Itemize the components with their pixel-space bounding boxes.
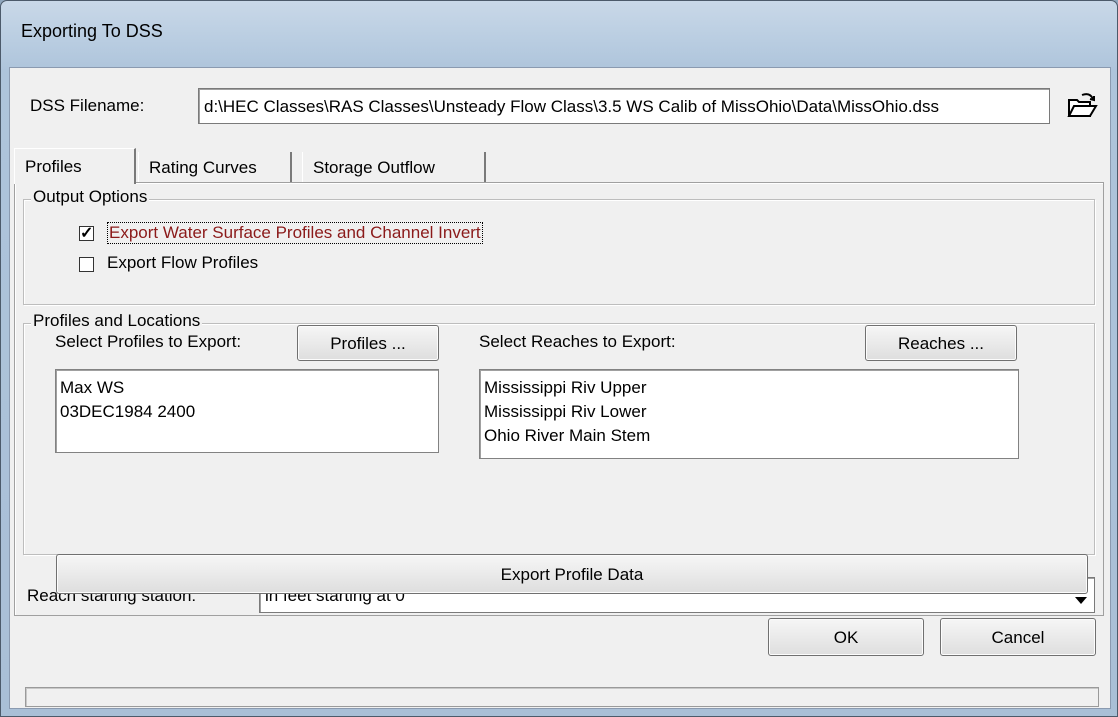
status-bar xyxy=(25,687,1099,707)
list-item[interactable]: Mississippi Riv Upper xyxy=(484,376,1014,400)
output-options-group xyxy=(23,199,1095,305)
reaches-listbox[interactable]: Mississippi Riv Upper Mississippi Riv Lo… xyxy=(479,369,1019,459)
window-title: Exporting To DSS xyxy=(21,21,163,41)
open-folder-icon[interactable] xyxy=(1066,90,1098,122)
output-options-title: Output Options xyxy=(31,187,150,207)
flow-checkbox[interactable] xyxy=(79,257,94,272)
wse-checkbox-label[interactable]: Export Water Surface Profiles and Channe… xyxy=(107,222,483,244)
dialog-client-area: DSS Filename: d:\HEC Classes\RAS Classes… xyxy=(9,67,1111,709)
tab-profiles-label: Profiles xyxy=(25,157,82,176)
list-item[interactable]: Mississippi Riv Lower xyxy=(484,400,1014,424)
wse-checkbox[interactable]: ✓ xyxy=(79,226,94,242)
profiles-locations-title: Profiles and Locations xyxy=(31,311,203,331)
list-item[interactable]: 03DEC1984 2400 xyxy=(60,400,434,424)
profiles-button[interactable]: Profiles ... xyxy=(297,325,439,361)
flow-checkbox-label[interactable]: Export Flow Profiles xyxy=(107,253,258,273)
profiles-listbox[interactable]: Max WS 03DEC1984 2400 xyxy=(55,369,439,453)
tab-profiles[interactable]: Profiles xyxy=(14,148,136,184)
export-profile-data-button[interactable]: Export Profile Data xyxy=(56,554,1088,594)
ok-button[interactable]: OK xyxy=(768,618,924,656)
profiles-tab-panel: Output Options ✓ Export Water Surface Pr… xyxy=(14,182,1104,616)
title-bar[interactable]: Exporting To DSS xyxy=(1,1,1117,65)
select-reaches-label: Select Reaches to Export: xyxy=(479,332,676,351)
select-profiles-label: Select Profiles to Export: xyxy=(55,332,242,351)
tab-rating-curves-label: Rating Curves xyxy=(149,158,257,177)
tab-storage-outflow[interactable]: Storage Outflow xyxy=(302,152,486,182)
tab-storage-outflow-label: Storage Outflow xyxy=(313,158,435,177)
dss-filename-label: DSS Filename: xyxy=(30,96,145,115)
dss-filename-input[interactable]: d:\HEC Classes\RAS Classes\Unsteady Flow… xyxy=(198,88,1050,124)
reaches-button[interactable]: Reaches ... xyxy=(865,325,1017,361)
export-dss-window: Exporting To DSS DSS Filename: d:\HEC Cl… xyxy=(0,0,1118,717)
tab-rating-curves[interactable]: Rating Curves xyxy=(138,152,292,182)
list-item[interactable]: Max WS xyxy=(60,376,434,400)
cancel-button[interactable]: Cancel xyxy=(940,618,1096,656)
list-item[interactable]: Ohio River Main Stem xyxy=(484,424,1014,448)
